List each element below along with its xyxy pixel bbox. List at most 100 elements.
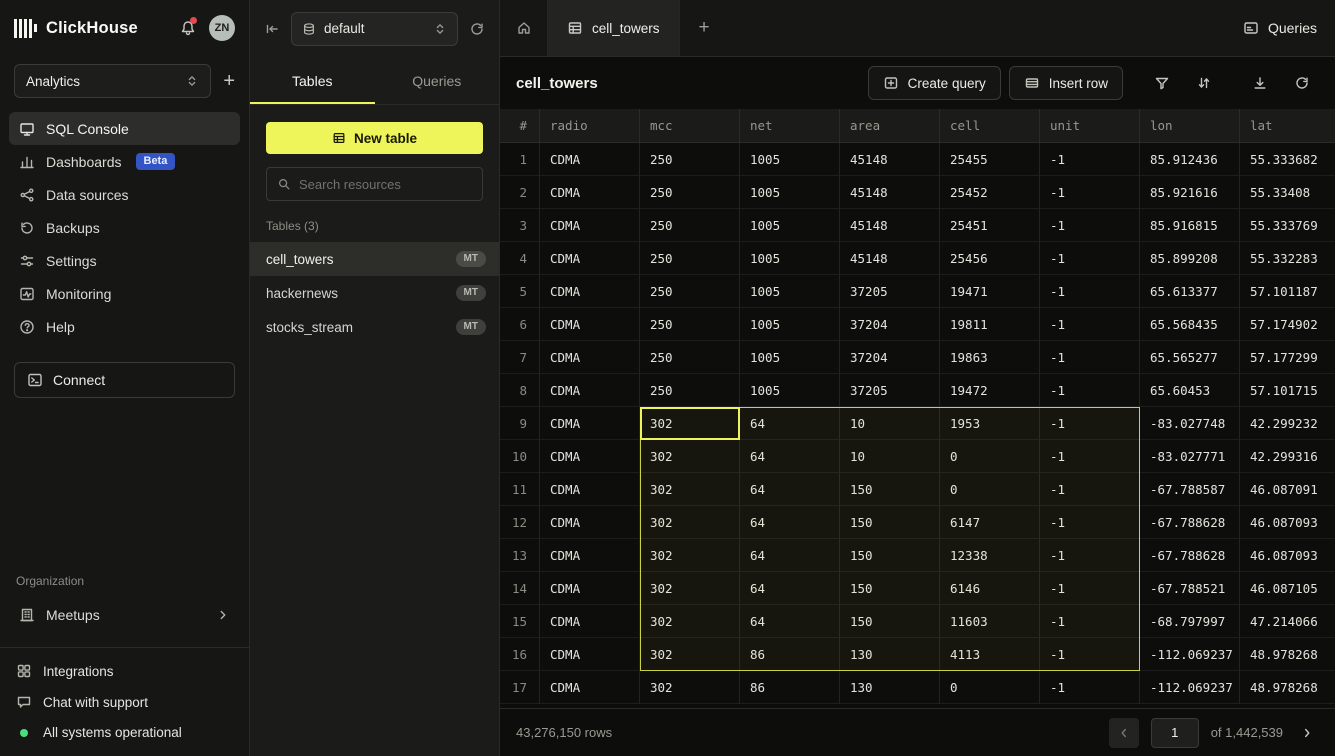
grid-cell[interactable]: 25451 <box>940 209 1040 242</box>
grid-cell[interactable]: 250 <box>640 143 740 176</box>
grid-cell[interactable]: CDMA <box>540 242 640 275</box>
tab-queries[interactable]: Queries <box>375 57 500 104</box>
grid-cell[interactable]: 0 <box>940 671 1040 704</box>
grid-cell[interactable]: 46.087093 <box>1240 539 1335 572</box>
grid-cell[interactable]: 48.978268 <box>1240 671 1335 704</box>
refresh-table-button[interactable] <box>1285 66 1319 100</box>
refresh-resources-button[interactable] <box>469 21 485 37</box>
grid-cell[interactable]: CDMA <box>540 374 640 407</box>
grid-cell[interactable]: 6146 <box>940 572 1040 605</box>
grid-cell[interactable]: 25452 <box>940 176 1040 209</box>
grid-cell[interactable]: 1005 <box>740 176 840 209</box>
grid-cell[interactable]: 64 <box>740 506 840 539</box>
grid-cell[interactable]: CDMA <box>540 473 640 506</box>
grid-cell[interactable]: -1 <box>1040 407 1140 440</box>
grid-cell[interactable]: 45148 <box>840 176 940 209</box>
download-button[interactable] <box>1243 66 1277 100</box>
user-avatar[interactable]: ZN <box>209 15 235 41</box>
grid-cell[interactable]: 3 <box>500 209 540 242</box>
sidebar-item-dashboards[interactable]: Dashboards Beta <box>9 145 240 178</box>
grid-cell[interactable]: 9 <box>500 407 540 440</box>
grid-cell[interactable]: 302 <box>640 638 740 671</box>
grid-cell[interactable]: 302 <box>640 506 740 539</box>
sidebar-item-meetups[interactable]: Meetups <box>9 598 240 631</box>
column-header[interactable]: cell <box>940 109 1040 143</box>
sidebar-item-backups[interactable]: Backups <box>9 211 240 244</box>
grid-cell[interactable]: 85.916815 <box>1140 209 1240 242</box>
grid-cell[interactable]: 57.101715 <box>1240 374 1335 407</box>
grid-cell[interactable]: 2 <box>500 176 540 209</box>
grid-cell[interactable]: 14 <box>500 572 540 605</box>
column-header[interactable]: # <box>500 109 540 143</box>
grid-cell[interactable]: 55.332283 <box>1240 242 1335 275</box>
grid-cell[interactable]: CDMA <box>540 539 640 572</box>
grid-cell[interactable]: 17 <box>500 671 540 704</box>
table-list-item-cell-towers[interactable]: cell_towers MT <box>250 242 499 276</box>
grid-cell[interactable]: 1953 <box>940 407 1040 440</box>
search-input[interactable] <box>299 177 475 192</box>
grid-cell[interactable]: CDMA <box>540 440 640 473</box>
grid-cell[interactable]: 47.214066 <box>1240 605 1335 638</box>
sidebar-item-settings[interactable]: Settings <box>9 244 240 277</box>
grid-cell[interactable]: 16 <box>500 638 540 671</box>
grid-cell[interactable]: -1 <box>1040 605 1140 638</box>
next-page-button[interactable] <box>1295 718 1319 748</box>
grid-cell[interactable]: 11 <box>500 473 540 506</box>
grid-cell[interactable]: 46.087093 <box>1240 506 1335 539</box>
column-header[interactable]: net <box>740 109 840 143</box>
home-tab[interactable] <box>500 0 548 56</box>
grid-cell[interactable]: CDMA <box>540 275 640 308</box>
grid-cell[interactable]: 1005 <box>740 374 840 407</box>
grid-cell[interactable]: 57.177299 <box>1240 341 1335 374</box>
grid-cell[interactable]: -1 <box>1040 143 1140 176</box>
grid-cell[interactable]: 302 <box>640 539 740 572</box>
grid-cell[interactable]: 250 <box>640 308 740 341</box>
grid-cell[interactable]: 150 <box>840 473 940 506</box>
grid-cell[interactable]: -1 <box>1040 638 1140 671</box>
grid-cell[interactable]: 150 <box>840 605 940 638</box>
tab-cell-towers[interactable]: cell_towers <box>548 0 680 56</box>
grid-cell[interactable]: 302 <box>640 407 740 440</box>
grid-cell[interactable]: CDMA <box>540 671 640 704</box>
grid-cell[interactable]: 4113 <box>940 638 1040 671</box>
grid-cell[interactable]: 250 <box>640 176 740 209</box>
grid-cell[interactable]: 65.60453 <box>1140 374 1240 407</box>
grid-cell[interactable]: 1005 <box>740 209 840 242</box>
grid-cell[interactable]: 250 <box>640 341 740 374</box>
column-header[interactable]: unit <box>1040 109 1140 143</box>
grid-cell[interactable]: 86 <box>740 638 840 671</box>
notifications-bell-icon[interactable] <box>180 20 196 36</box>
grid-cell[interactable]: -1 <box>1040 440 1140 473</box>
grid-cell[interactable]: 13 <box>500 539 540 572</box>
grid-cell[interactable]: CDMA <box>540 341 640 374</box>
grid-cell[interactable]: -1 <box>1040 473 1140 506</box>
grid-cell[interactable]: 150 <box>840 506 940 539</box>
sidebar-item-monitoring[interactable]: Monitoring <box>9 277 240 310</box>
grid-cell[interactable]: CDMA <box>540 209 640 242</box>
sort-button[interactable] <box>1187 66 1221 100</box>
grid-cell[interactable]: 302 <box>640 473 740 506</box>
grid-cell[interactable]: 19472 <box>940 374 1040 407</box>
grid-cell[interactable]: 12 <box>500 506 540 539</box>
column-header[interactable]: lat <box>1240 109 1335 143</box>
grid-cell[interactable]: 302 <box>640 671 740 704</box>
grid-cell[interactable]: 302 <box>640 605 740 638</box>
grid-cell[interactable]: 55.333682 <box>1240 143 1335 176</box>
insert-row-button[interactable]: Insert row <box>1009 66 1123 100</box>
grid-cell[interactable]: 37204 <box>840 308 940 341</box>
grid-cell[interactable]: 64 <box>740 605 840 638</box>
column-header[interactable]: mcc <box>640 109 740 143</box>
grid-cell[interactable]: CDMA <box>540 143 640 176</box>
sidebar-item-data-sources[interactable]: Data sources <box>9 178 240 211</box>
grid-cell[interactable]: -67.788628 <box>1140 539 1240 572</box>
grid-cell[interactable]: 64 <box>740 407 840 440</box>
integrations-link[interactable]: Integrations <box>16 663 233 679</box>
grid-cell[interactable]: 10 <box>840 407 940 440</box>
grid-cell[interactable]: -83.027748 <box>1140 407 1240 440</box>
grid-cell[interactable]: 57.101187 <box>1240 275 1335 308</box>
grid-cell[interactable]: 55.33408 <box>1240 176 1335 209</box>
grid-cell[interactable]: 250 <box>640 242 740 275</box>
grid-cell[interactable]: 1 <box>500 143 540 176</box>
grid-cell[interactable]: 7 <box>500 341 540 374</box>
grid-cell[interactable]: 12338 <box>940 539 1040 572</box>
